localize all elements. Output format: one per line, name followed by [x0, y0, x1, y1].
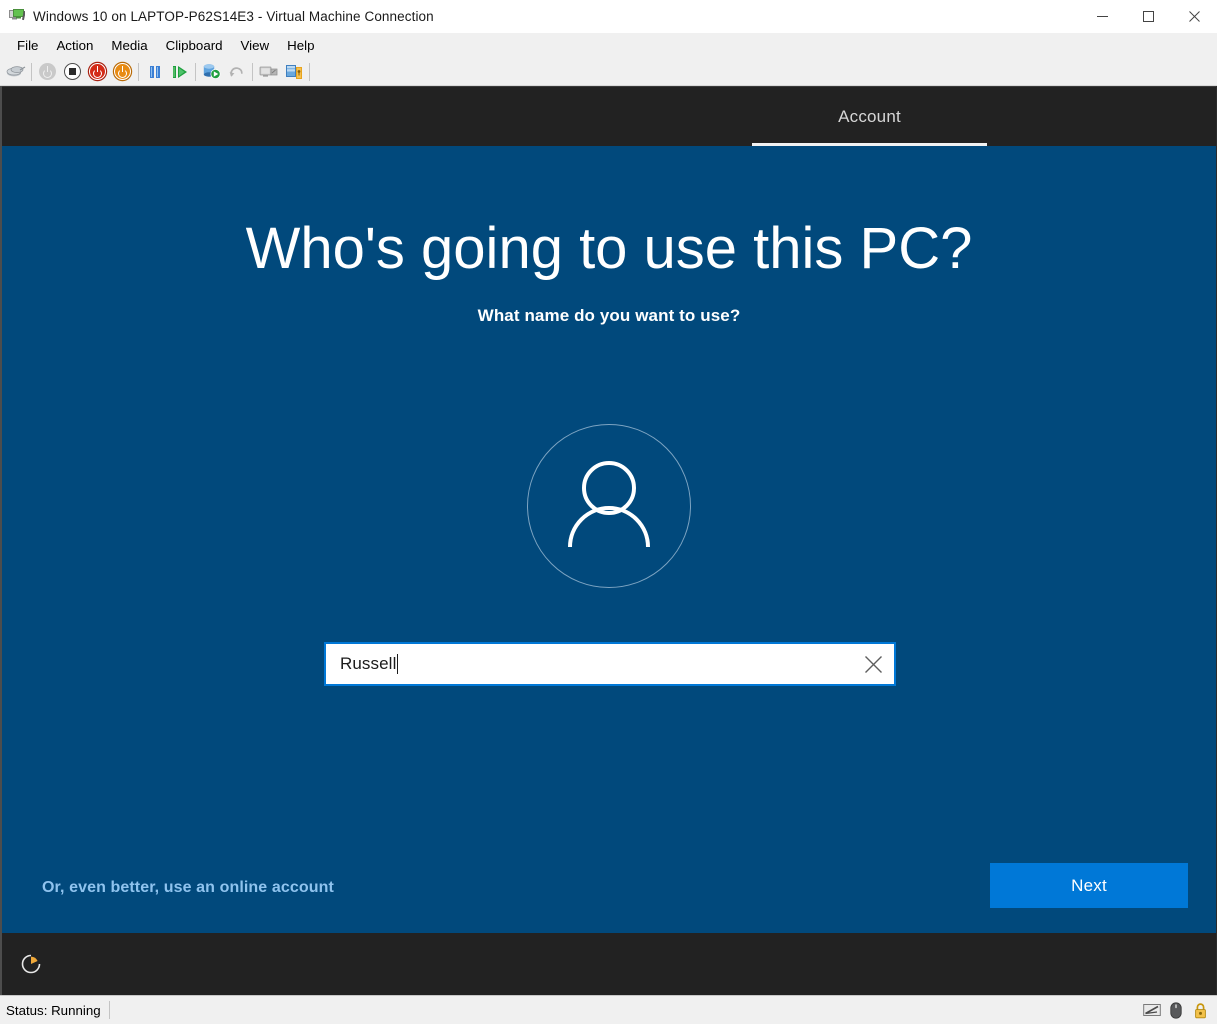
lock-icon[interactable] [1191, 1000, 1209, 1020]
mouse-icon[interactable] [1167, 1000, 1185, 1020]
oobe-body: Who's going to use this PC? What name do… [2, 146, 1216, 934]
turn-off-icon[interactable] [60, 60, 85, 84]
menu-clipboard[interactable]: Clipboard [157, 35, 232, 57]
vm-status: Status: Running [6, 1002, 101, 1018]
menu-media[interactable]: Media [102, 35, 156, 57]
close-button[interactable] [1171, 0, 1217, 32]
name-input-value: Russell [340, 654, 397, 673]
menu-action[interactable]: Action [47, 35, 102, 57]
keyboard-icon[interactable] [1143, 1000, 1161, 1020]
oobe-header: Account [2, 86, 1216, 146]
menubar: File Action Media Clipboard View Help [0, 33, 1217, 58]
virtual-machine-connection-window: Windows 10 on LAPTOP-P62S14E3 - Virtual … [0, 0, 1217, 1024]
menu-file[interactable]: File [8, 35, 47, 57]
status-icons [1139, 996, 1213, 1024]
page-subtitle: What name do you want to use? [477, 306, 741, 325]
name-input[interactable]: Russell [324, 642, 896, 686]
menu-view[interactable]: View [232, 35, 279, 57]
pause-icon[interactable] [142, 60, 167, 84]
status-divider [108, 1001, 110, 1019]
page-title: Who's going to use this PC? [245, 216, 973, 281]
toolbar-separator [138, 62, 139, 81]
oobe-footer [2, 933, 1216, 995]
ease-of-access-button[interactable] [14, 947, 48, 981]
window-controls [1079, 0, 1217, 32]
menu-help[interactable]: Help [278, 35, 323, 57]
toolbar-separator [195, 62, 196, 81]
clear-input-button[interactable] [860, 651, 886, 677]
toolbar-separator [252, 62, 253, 81]
next-button[interactable]: Next [990, 863, 1188, 908]
name-input-row: Russell [324, 642, 896, 686]
resume-icon[interactable] [167, 60, 192, 84]
text-caret [397, 654, 399, 674]
toolbar [0, 58, 1217, 86]
avatar [527, 424, 691, 588]
start-icon [35, 60, 60, 84]
ease-of-access-icon [21, 954, 41, 974]
share-icon[interactable] [281, 60, 306, 84]
window-title: Windows 10 on LAPTOP-P62S14E3 - Virtual … [33, 8, 434, 24]
toolbar-separator [31, 62, 32, 81]
toolbar-separator [309, 62, 310, 81]
shut-down-icon[interactable] [85, 60, 110, 84]
tab-account-label: Account [838, 106, 901, 126]
statusbar: Status: Running [0, 995, 1217, 1024]
reset-icon[interactable] [110, 60, 135, 84]
tab-account[interactable]: Account [752, 87, 987, 146]
checkpoint-icon[interactable] [199, 60, 224, 84]
titlebar: Windows 10 on LAPTOP-P62S14E3 - Virtual … [0, 0, 1217, 33]
enhanced-session-icon [256, 60, 281, 84]
revert-icon [224, 60, 249, 84]
close-icon [864, 655, 882, 673]
online-account-link[interactable]: Or, even better, use an online account [42, 879, 334, 897]
maximize-button[interactable] [1125, 0, 1171, 32]
ctrl-alt-delete-icon[interactable] [3, 60, 28, 84]
minimize-button[interactable] [1079, 0, 1125, 32]
person-icon [568, 461, 650, 548]
virtual-machine-icon [9, 8, 26, 24]
vm-display: Account Who's going to use this PC? What… [0, 86, 1217, 995]
